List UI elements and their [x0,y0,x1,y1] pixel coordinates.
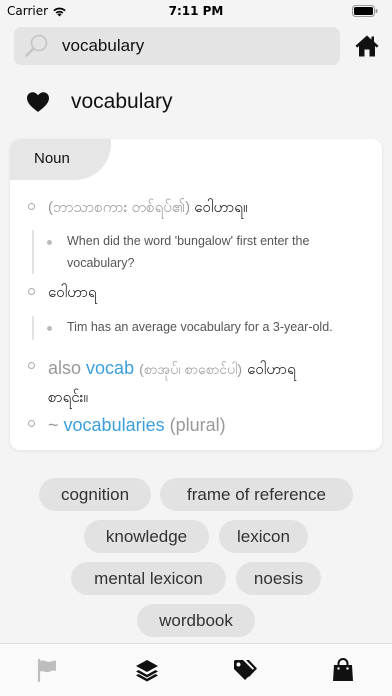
home-icon[interactable] [354,33,380,59]
tag-lexicon[interactable]: lexicon [219,520,308,553]
example-2-text: Tim has an average vocabulary for a 3-ye… [67,320,333,334]
headword-row: vocabulary [26,86,173,118]
bullet [28,362,35,369]
tag-wordbook[interactable]: wordbook [137,604,255,637]
bullet [28,288,35,295]
bullet [28,203,35,210]
shopping-bag-icon[interactable] [330,657,356,683]
example-1: When did the word 'bungalow' first enter… [10,230,382,274]
variant-gloss: ဝေါဟာရ [247,361,296,378]
tag-noesis[interactable]: noesis [236,562,321,595]
layers-icon[interactable] [134,657,160,683]
definition-1-text: (ဘာသာစကား တစ်ရပ်၏) ဝေါဟာရ။ [48,197,247,219]
example-1-text: When did the word 'bungalow' first enter… [67,234,310,270]
clock: 7:11 PM [168,4,224,18]
plural-tilde: ~ [48,415,59,435]
bullet [47,240,52,245]
variant-text: also vocab (စာအုပ်၊ စာစောင်ပါ) ဝေါဟာရ စာ… [48,355,368,411]
tag-knowledge[interactable]: knowledge [84,520,209,553]
definition-card: Noun (ဘာသာစကား တစ်ရပ်၏) ဝေါဟာရ။ When did… [10,139,382,450]
definition-1-gloss: ဝေါဟာရ။ [194,199,248,216]
variant-prefix: also [48,358,82,378]
battery-icon [352,5,378,17]
tab-bar [0,643,392,696]
tag-cognition[interactable]: cognition [39,478,151,511]
search-query[interactable]: vocabulary [62,36,144,56]
plural-text: ~ vocabularies (plural) [48,412,226,438]
tags-icon[interactable] [232,657,258,683]
part-of-speech-label: Noun [34,150,70,167]
definition-1-note: (ဘာသာစကား တစ်ရပ်၏) [48,199,191,216]
bullet [47,326,52,331]
headword: vocabulary [71,90,173,113]
plural-link[interactable]: vocabularies [64,415,165,435]
plural-label: (plural) [169,415,226,435]
search-row: vocabulary [14,27,380,65]
search-input[interactable]: vocabulary [14,27,340,65]
part-of-speech-tab: Noun [10,139,111,180]
bullet [28,420,35,427]
heart-icon[interactable] [26,91,50,113]
example-2: Tim has an average vocabulary for a 3-ye… [10,316,382,340]
plural: ~ vocabularies (plural) [10,411,382,437]
definition-1: (ဘာသာစကား တစ်ရပ်၏) ဝေါဟာရ။ [10,196,382,220]
search-icon [25,34,48,57]
variant-gloss-cont: စာရင်း။ [48,389,88,406]
definition-2: ဝေါဟာရ [10,281,382,305]
tag-frame-of-reference[interactable]: frame of reference [160,478,353,511]
tag-mental-lexicon[interactable]: mental lexicon [71,562,226,595]
flag-icon[interactable] [34,657,60,683]
variant-note: (စာအုပ်၊ စာစောင်ပါ) [139,361,243,377]
variant-link[interactable]: vocab [86,358,134,378]
status-bar: Carrier 7:11 PM [0,0,392,22]
variant: also vocab (စာအုပ်၊ စာစောင်ပါ) ဝေါဟာရ စာ… [10,354,382,406]
definition-2-gloss: ဝေါဟာရ [48,284,97,301]
